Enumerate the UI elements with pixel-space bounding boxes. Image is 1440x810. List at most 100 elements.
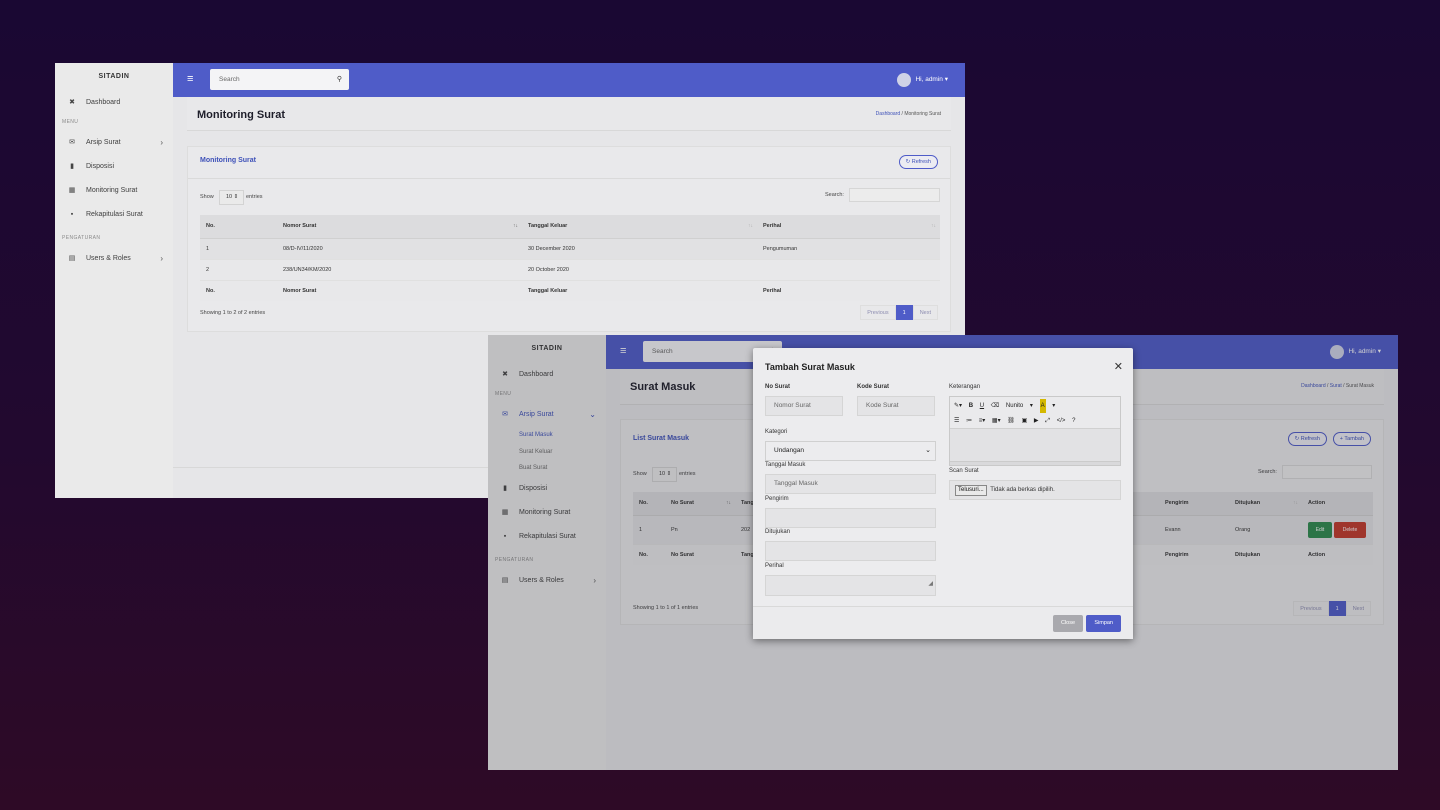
resize-handle-icon[interactable]: ◢ bbox=[928, 575, 933, 593]
code-view-icon[interactable]: </> bbox=[1057, 414, 1066, 428]
pagination-previous[interactable]: Previous bbox=[860, 305, 896, 320]
table-icon: ▤ bbox=[68, 255, 76, 262]
sidebar-item-monitoring[interactable]: ▦ Monitoring Surat bbox=[55, 179, 173, 203]
file-icon: ▪ bbox=[70, 211, 74, 218]
sort-caret-icon: ⇕ bbox=[232, 194, 239, 200]
table-row: 2 238/UN34/KM/2020 20 October 2020 bbox=[200, 258, 940, 280]
image-icon[interactable]: ▣ bbox=[1022, 414, 1028, 428]
font-family-dropdown[interactable]: Nunito ▾ bbox=[1006, 399, 1033, 413]
entries-select[interactable]: 10 ⇕ bbox=[219, 190, 244, 205]
show-label: Show bbox=[200, 194, 214, 200]
cell-perihal: Pengumuman bbox=[757, 237, 940, 259]
ditujukan-field[interactable] bbox=[765, 541, 936, 561]
sidebar-item-label: Arsip Surat bbox=[86, 139, 121, 146]
sidebar-section-menu: MENU bbox=[62, 119, 79, 125]
unordered-list-icon[interactable]: ☰ bbox=[954, 414, 959, 428]
kategori-value: Undangan bbox=[774, 447, 804, 454]
kode-surat-placeholder: Kode Surat bbox=[866, 402, 899, 409]
ordered-list-icon[interactable]: ≔ bbox=[966, 414, 972, 428]
breadcrumb-home[interactable]: Dashboard bbox=[876, 111, 900, 117]
sort-asc-icon: ↑↓ bbox=[513, 223, 518, 229]
cell-perihal bbox=[757, 258, 940, 280]
scan-file-input[interactable]: Telusuri... Tidak ada berkas dipilih. bbox=[949, 480, 1121, 500]
no-surat-label: No Surat bbox=[765, 384, 791, 390]
modal-title: Tambah Surat Masuk bbox=[765, 362, 855, 372]
table-row: 1 08/D-IV/11/2020 30 December 2020 Pengu… bbox=[200, 237, 940, 259]
underline-icon[interactable]: U bbox=[980, 399, 984, 413]
color-dropdown-icon[interactable]: ▾ bbox=[1052, 399, 1055, 413]
editor-toolbar-row: ✎▾ B U ⌫ Nunito ▾ A ▾ bbox=[954, 399, 1060, 413]
column-header-perihal[interactable]: Perihal ↑↓ bbox=[757, 215, 940, 239]
divider bbox=[188, 178, 950, 179]
inbox-icon: ▮ bbox=[70, 163, 74, 170]
sidebar-item-arsip[interactable]: ✉ Arsip Surat › bbox=[55, 131, 173, 155]
table-icon[interactable]: ▦▾ bbox=[992, 414, 1001, 428]
fullscreen-icon[interactable]: ⤢ bbox=[1045, 414, 1050, 428]
text-color-icon[interactable]: A bbox=[1039, 399, 1046, 413]
editor-toolbar: ✎▾ B U ⌫ Nunito ▾ A ▾ ☰ ≔ ≡▾ ▦▾ ⛓ ▣ ▶ ⤢ … bbox=[950, 397, 1120, 429]
sidebar-item-label: Disposisi bbox=[86, 163, 115, 170]
sidebar-item-label: Rekapitulasi Surat bbox=[86, 211, 143, 218]
help-icon[interactable]: ? bbox=[1072, 414, 1075, 428]
dashboard-icon: ✖ bbox=[69, 99, 75, 106]
entries-label: entries bbox=[246, 194, 263, 200]
breadcrumb-separator: / bbox=[901, 111, 903, 117]
kategori-select[interactable]: Undangan ⌄ bbox=[765, 441, 936, 461]
eraser-icon[interactable]: ⌫ bbox=[991, 399, 999, 413]
align-icon[interactable]: ≡▾ bbox=[979, 414, 986, 428]
menu-toggle-icon[interactable]: ≡ bbox=[187, 74, 193, 85]
keterangan-editor[interactable]: ✎▾ B U ⌫ Nunito ▾ A ▾ ☰ ≔ ≡▾ ▦▾ ⛓ ▣ ▶ ⤢ … bbox=[949, 396, 1121, 466]
sidebar-item-dashboard[interactable]: ✖ Dashboard bbox=[55, 91, 173, 115]
cell-nomor-surat: 08/D-IV/11/2020 bbox=[277, 237, 522, 259]
close-button[interactable]: Close bbox=[1052, 615, 1083, 632]
user-greeting: Hi, admin bbox=[915, 76, 943, 83]
user-menu[interactable]: Hi, admin ▾ bbox=[897, 72, 948, 88]
cell-nomor-surat: 238/UN34/KM/2020 bbox=[277, 258, 522, 280]
sidebar-item-rekap[interactable]: ▪ Rekapitulasi Surat bbox=[55, 203, 173, 227]
close-icon[interactable]: ✕ bbox=[1114, 360, 1123, 373]
file-status: Tidak ada berkas dipilih. bbox=[990, 487, 1055, 493]
font-name: Nunito bbox=[1005, 403, 1024, 409]
footer-perihal: Perihal bbox=[757, 279, 940, 301]
link-icon[interactable]: ⛓ bbox=[1007, 414, 1015, 428]
chevron-right-icon: › bbox=[160, 138, 163, 147]
pengirim-field[interactable] bbox=[765, 508, 936, 528]
pagination-next[interactable]: Next bbox=[912, 305, 938, 320]
caret-down-icon: ▾ bbox=[944, 76, 948, 83]
chevron-right-icon: › bbox=[160, 254, 163, 263]
column-header-no[interactable]: No. bbox=[200, 215, 277, 239]
keterangan-label: Keterangan bbox=[949, 384, 981, 390]
breadcrumb-current: Monitoring Surat bbox=[904, 111, 941, 117]
page-header: Monitoring Surat Dashboard / Monitoring … bbox=[187, 97, 951, 131]
footer-nomor-surat: Nomor Surat bbox=[277, 279, 522, 301]
refresh-button[interactable]: ↻ Refresh bbox=[898, 155, 938, 169]
pengirim-label: Pengirim bbox=[765, 496, 789, 502]
tanggal-masuk-field[interactable]: Tanggal Masuk bbox=[765, 474, 936, 494]
footer-no: No. bbox=[200, 279, 277, 301]
search-icon[interactable]: ⚲ bbox=[337, 69, 342, 90]
magic-icon[interactable]: ✎▾ bbox=[954, 399, 962, 413]
cell-tanggal: 20 October 2020 bbox=[522, 258, 757, 280]
video-icon[interactable]: ▶ bbox=[1034, 414, 1039, 428]
sidebar-item-disposisi[interactable]: ▮ Disposisi bbox=[55, 155, 173, 179]
table-info: Showing 1 to 2 of 2 entries bbox=[200, 310, 266, 316]
search-input[interactable]: Search ⚲ bbox=[210, 69, 349, 90]
no-surat-field[interactable]: Nomor Surat bbox=[765, 396, 843, 416]
sidebar-item-users[interactable]: ▤ Users & Roles › bbox=[55, 247, 173, 271]
table-search-input[interactable] bbox=[849, 188, 940, 202]
perihal-textarea[interactable]: ◢ bbox=[765, 575, 936, 596]
column-header-tanggal-keluar[interactable]: Tanggal Keluar ↑↓ bbox=[522, 215, 757, 239]
pagination-page-1[interactable]: 1 bbox=[895, 305, 913, 320]
browse-button[interactable]: Telusuri... bbox=[955, 485, 987, 496]
column-header-label: Perihal bbox=[763, 223, 782, 230]
monitoring-card: Monitoring Surat ↻ Refresh Show 10 ⇕ ent… bbox=[187, 146, 951, 332]
sidebar-item-label: Dashboard bbox=[86, 99, 121, 106]
tanggal-masuk-placeholder: Tanggal Masuk bbox=[774, 480, 818, 487]
calendar-icon: ▦ bbox=[68, 187, 76, 194]
bold-icon[interactable]: B bbox=[969, 399, 973, 413]
column-header-nomor-surat[interactable]: Nomor Surat ↑↓ bbox=[277, 215, 522, 239]
kode-surat-field[interactable]: Kode Surat bbox=[857, 396, 935, 416]
editor-statusbar[interactable] bbox=[950, 461, 1120, 465]
brand-logo[interactable]: SITADIN bbox=[55, 63, 173, 91]
save-button[interactable]: Simpan bbox=[1086, 615, 1121, 632]
